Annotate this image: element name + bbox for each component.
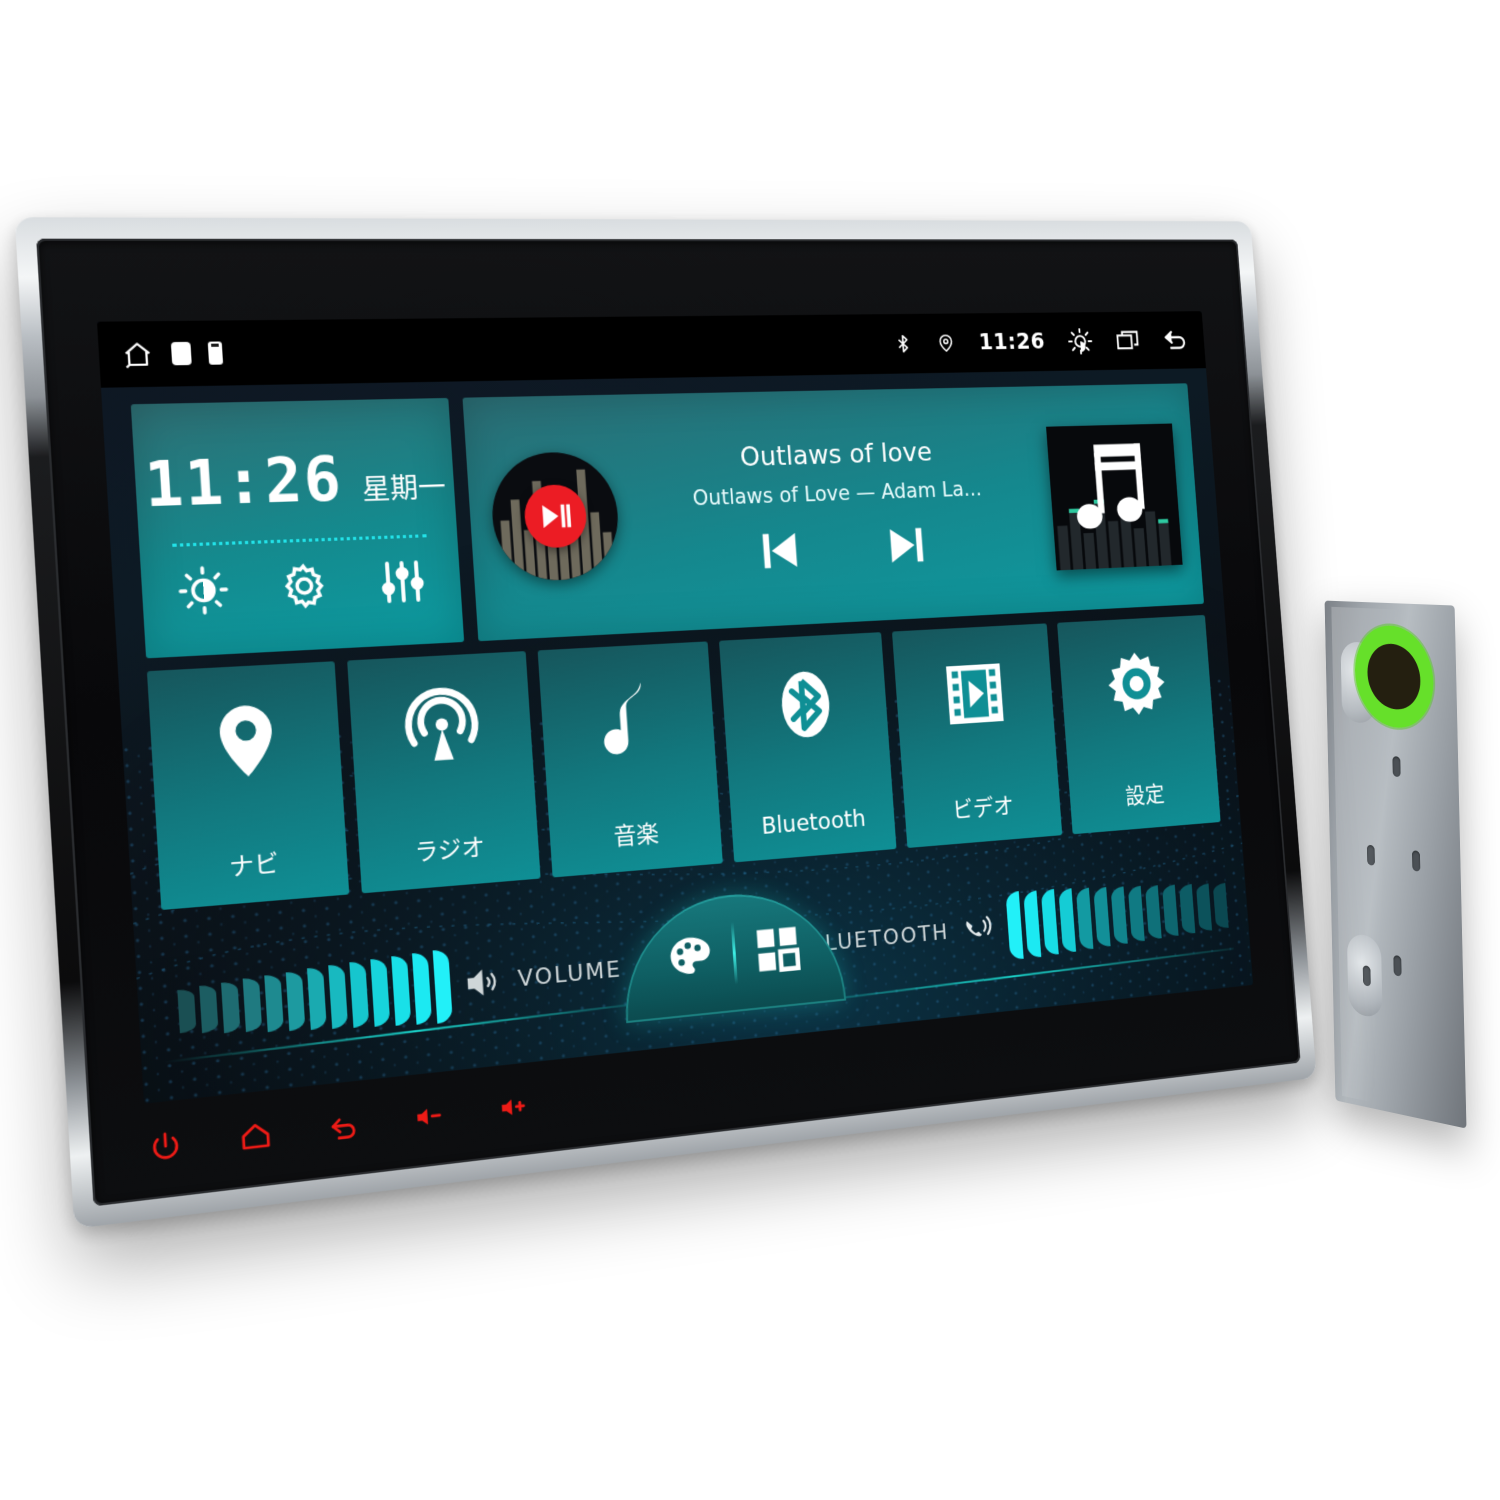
bluetooth-level-bars[interactable] <box>1005 873 1229 961</box>
track-title: Outlaws of love <box>738 436 933 473</box>
phone-call-icon <box>960 911 996 947</box>
power-icon[interactable] <box>148 1128 183 1164</box>
home-screen: 11:26 星期一 Outlaws of love Outlaws of Lov… <box>101 368 1253 1103</box>
volume-level-bars[interactable] <box>176 949 453 1050</box>
bluetooth-control[interactable]: BLUETOOTH <box>807 873 1230 980</box>
location-pin-icon <box>936 333 957 354</box>
gear-icon[interactable] <box>277 559 331 611</box>
palette-icon[interactable] <box>663 929 717 986</box>
head-unit-body: 11:26 11:26 星期一 Outlaws of love Outlaws … <box>14 217 1317 1229</box>
clock-time: 11:26 <box>142 443 345 521</box>
next-track-icon[interactable] <box>881 519 932 571</box>
app-tile-bluetooth[interactable]: Bluetooth <box>718 632 897 863</box>
track-subtitle: Outlaws of Love — Adam La... <box>691 476 983 510</box>
app-label: 音楽 <box>612 820 660 851</box>
home-icon[interactable] <box>238 1118 273 1154</box>
music-widget[interactable]: Outlaws of love Outlaws of Love — Adam L… <box>462 383 1205 642</box>
bluetooth-icon <box>893 333 914 354</box>
album-art[interactable] <box>1046 423 1183 571</box>
film-play-icon <box>938 654 1011 733</box>
app-label: 設定 <box>1124 782 1166 810</box>
screen-bezel: 11:26 11:26 星期一 Outlaws of love Outlaws … <box>36 238 1301 1207</box>
dock-divider <box>730 922 738 985</box>
gear-icon <box>1101 645 1171 722</box>
apps-grid-icon[interactable] <box>751 921 804 978</box>
divider <box>172 533 427 547</box>
now-playing-thumbnail <box>488 450 622 583</box>
radio-antenna-icon <box>400 685 483 771</box>
previous-track-icon[interactable] <box>754 524 806 577</box>
bluetooth-icon <box>767 664 843 745</box>
volume-down-icon[interactable] <box>413 1099 446 1134</box>
page-indicator-inactive[interactable] <box>207 341 224 365</box>
app-tile-music[interactable]: 音楽 <box>537 641 723 878</box>
app-label: ビデオ <box>951 793 1015 824</box>
back-arrow-icon[interactable] <box>1161 326 1188 354</box>
music-note-icon <box>588 674 668 757</box>
speaker-icon <box>464 963 505 1002</box>
app-tile-settings[interactable]: 設定 <box>1057 614 1221 835</box>
status-time: 11:26 <box>977 329 1046 356</box>
center-dock <box>618 885 847 1024</box>
home-icon[interactable] <box>120 338 155 370</box>
back-icon[interactable] <box>327 1108 361 1144</box>
recent-apps-icon[interactable] <box>1114 327 1141 355</box>
app-label: ナビ <box>228 850 280 882</box>
widget-row: 11:26 星期一 Outlaws of love Outlaws of Lov… <box>130 383 1205 659</box>
equalizer-icon[interactable] <box>376 555 429 607</box>
app-label: Bluetooth <box>760 806 867 840</box>
volume-label: VOLUME <box>517 956 623 993</box>
app-tile-video[interactable]: ビデオ <box>891 623 1063 849</box>
map-pin-icon <box>203 696 290 784</box>
page-indicator-active[interactable] <box>170 341 192 366</box>
app-label: ラジオ <box>413 834 486 867</box>
app-tile-navi[interactable]: ナビ <box>146 661 350 911</box>
volume-up-icon[interactable] <box>498 1090 531 1125</box>
app-tile-radio[interactable]: ラジオ <box>347 651 541 894</box>
brightness-icon[interactable] <box>1066 327 1094 355</box>
clock-weekday: 星期一 <box>361 471 447 506</box>
clock-widget[interactable]: 11:26 星期一 <box>130 397 465 659</box>
brightness-icon[interactable] <box>176 563 231 616</box>
product-photo-scene: 11:26 11:26 星期一 Outlaws of love Outlaws … <box>0 0 1500 1500</box>
touchscreen[interactable]: 11:26 11:26 星期一 Outlaws of love Outlaws … <box>96 311 1254 1104</box>
